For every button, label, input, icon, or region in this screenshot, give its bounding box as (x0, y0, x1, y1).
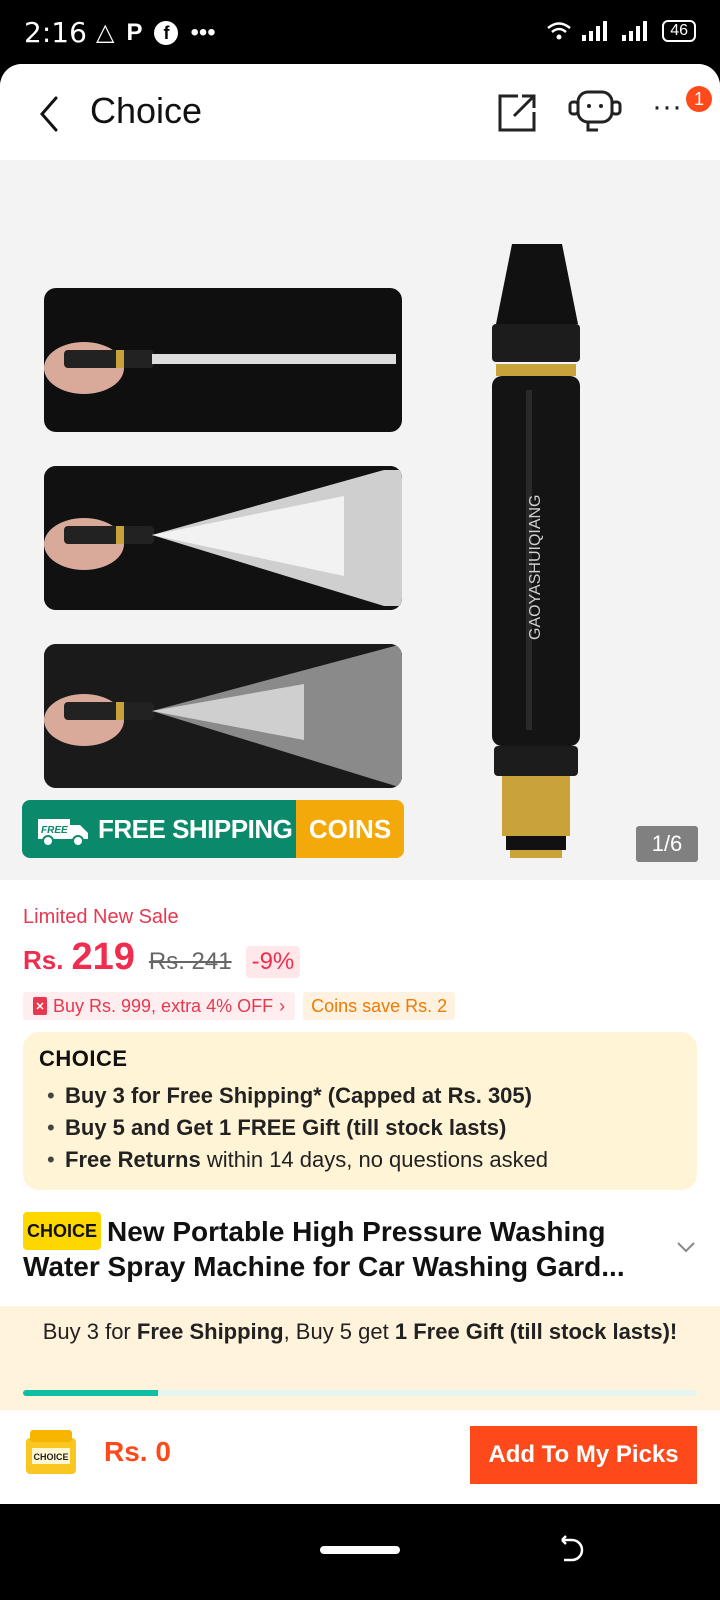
back-arrow-icon[interactable] (34, 94, 64, 134)
shipping-promo-text: Buy 3 for Free Shipping, Buy 5 get 1 Fre… (42, 1319, 678, 1344)
battery-icon: 46 (662, 20, 696, 42)
choice-benefits-card[interactable]: CHOICE • Buy 3 for Free Shipping* (Capped… (23, 1032, 697, 1190)
add-to-my-picks-button[interactable]: Add To My Picks (470, 1426, 697, 1484)
product-page: Choice ··· 1 GAOYASHUIQIANG FREE FREE SH… (0, 64, 720, 1504)
share-icon[interactable] (496, 90, 540, 134)
shipping-progress-bar (23, 1390, 697, 1396)
choice-logo: CHOICE (39, 1046, 128, 1071)
rotate-screen-icon[interactable] (556, 1534, 588, 1566)
chevron-right-icon: › (279, 995, 286, 1016)
delivery-truck-icon: FREE (38, 819, 88, 847)
promo-row: Buy Rs. 999, extra 4% OFF › Coins save R… (23, 992, 456, 1020)
mist-spray-image (44, 644, 402, 788)
benefit-item: • Free Returns within 14 days, no questio… (47, 1147, 549, 1172)
nozzle-imprint: GAOYASHUIQIANG (527, 494, 544, 640)
chevron-down-icon[interactable] (676, 1240, 696, 1254)
price-currency: Rs. (23, 945, 64, 975)
nozzle-product-image: GAOYASHUIQIANG (492, 244, 580, 858)
benefit-item: • Buy 5 and Get 1 FREE Gift (till stock l… (47, 1115, 507, 1140)
product-title: CHOICE New Portable High Pressure Washing… (23, 1212, 663, 1284)
status-system-icons: 46 (546, 20, 696, 42)
facebook-icon: f (154, 20, 179, 45)
signal-icon (582, 21, 608, 41)
product-image-gallery[interactable]: GAOYASHUIQIANG FREE FREE SHIPPING COINS … (0, 160, 720, 880)
free-shipping-section: FREE FREE SHIPPING (22, 800, 296, 858)
notification-badge: 1 (686, 86, 712, 112)
page-title: Choice (90, 90, 203, 131)
fan-spray-image (44, 466, 402, 610)
status-bar: 2:16 △ P f ••• 46 (0, 0, 720, 64)
parking-icon: P (126, 18, 143, 46)
free-shipping-coins-banner[interactable]: FREE FREE SHIPPING COINS (22, 800, 404, 858)
current-price: 219 (71, 936, 135, 978)
shipping-progress-fill (23, 1390, 158, 1396)
free-badge-text: FREE (41, 825, 68, 836)
top-bar: Choice ··· 1 (0, 64, 720, 160)
jet-spray-image (44, 288, 402, 432)
home-gesture-bar[interactable] (320, 1546, 400, 1554)
coupon-icon (33, 997, 47, 1015)
alert-icon: △ (96, 19, 115, 46)
choice-cart-icon[interactable]: CHOICE (22, 1426, 80, 1480)
product-title-text: New Portable High Pressure Washing Water… (23, 1216, 625, 1282)
signal-icon-2 (622, 21, 648, 41)
cart-icon-label: CHOICE (33, 1452, 68, 1462)
free-shipping-label: FREE SHIPPING (98, 813, 293, 844)
bottom-action-bar: CHOICE Rs. 0 Add To My Picks (0, 1410, 720, 1504)
original-price: Rs. 241 (148, 948, 232, 975)
benefit-item: • Buy 3 for Free Shipping* (Capped at Rs.… (47, 1083, 532, 1108)
sale-label: Limited New Sale (23, 906, 179, 928)
extra-discount-promo[interactable]: Buy Rs. 999, extra 4% OFF › (23, 992, 296, 1020)
price-row: Rs. 219 Rs. 241 -9% (23, 936, 301, 979)
more-dots-icon: ••• (190, 18, 216, 46)
image-counter: 1/6 (636, 826, 698, 862)
cart-total: Rs. 0 (104, 1436, 171, 1467)
status-notification-icons: △ P f ••• (96, 18, 216, 47)
wifi-icon (547, 22, 571, 40)
discount-badge: -9% (245, 946, 301, 978)
choice-tag: CHOICE (23, 1212, 102, 1250)
customer-support-icon[interactable] (568, 88, 622, 134)
system-nav-bar (0, 1504, 720, 1600)
choice-benefits-list: • Buy 3 for Free Shipping* (Capped at Rs.… (47, 1080, 548, 1176)
status-time: 2:16 (24, 16, 87, 49)
coins-label: COINS (296, 800, 404, 858)
coins-save-badge[interactable]: Coins save Rs. 2 (303, 992, 456, 1020)
extra-discount-text: Buy Rs. 999, extra 4% OFF (53, 995, 274, 1016)
shipping-promo-bar: Buy 3 for Free Shipping, Buy 5 get 1 Fre… (0, 1306, 720, 1410)
